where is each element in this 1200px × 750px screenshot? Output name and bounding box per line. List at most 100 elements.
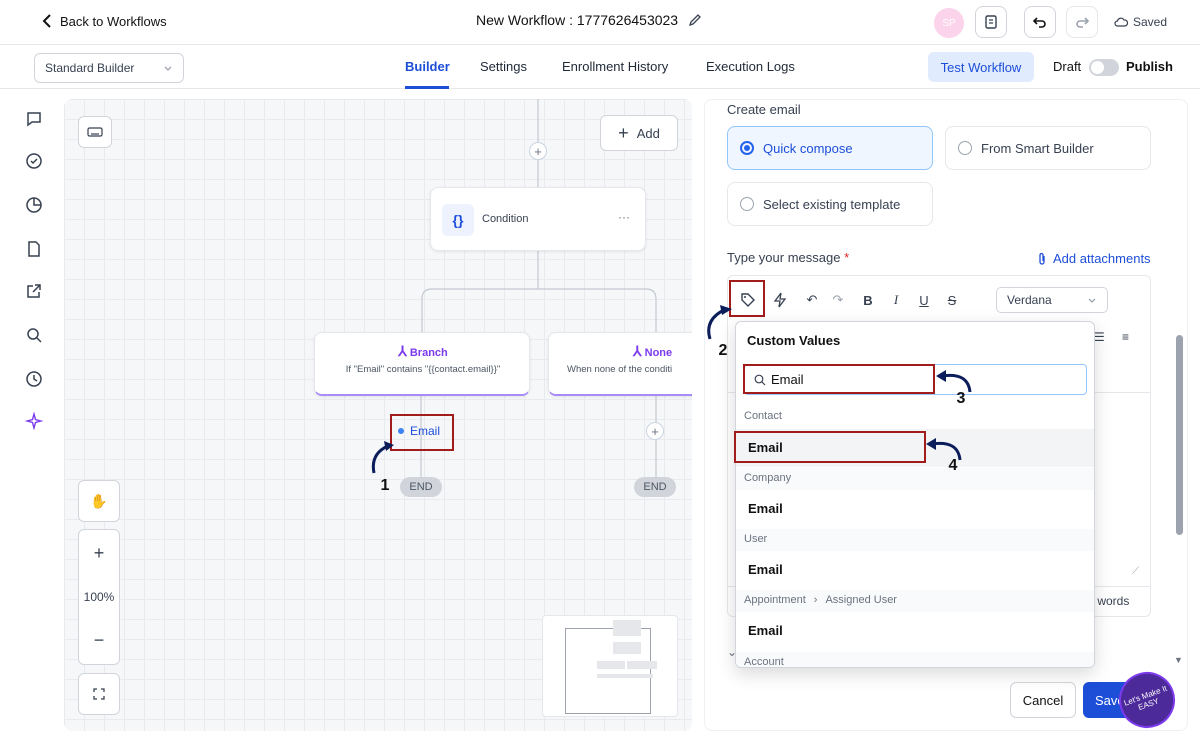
fit-view-button[interactable] xyxy=(78,673,120,715)
user-email-option[interactable]: Email xyxy=(736,551,1094,589)
paperclip-icon xyxy=(1039,252,1045,265)
add-button[interactable]: + Add xyxy=(600,115,678,151)
back-label: Back to Workflows xyxy=(60,13,167,29)
condition-node[interactable]: {} Condition ··· xyxy=(430,187,646,251)
section-company: Company xyxy=(736,468,1094,490)
minimap-node xyxy=(597,661,625,669)
test-workflow-button[interactable]: Test Workflow xyxy=(928,52,1034,82)
undo-button[interactable] xyxy=(1024,6,1056,38)
branch-title: ⅄ Branch xyxy=(315,343,531,360)
appointment-user-email-option[interactable]: Email xyxy=(736,612,1094,650)
saved-status: Saved xyxy=(1114,15,1167,29)
chevron-right-icon: › xyxy=(813,594,818,606)
section-appointment-sublabel: Assigned User xyxy=(825,594,897,606)
branch-node[interactable]: ⅄ Branch If "Email" contains "{{contact.… xyxy=(314,332,530,396)
history-icon[interactable] xyxy=(24,369,44,389)
annotation-arrow-2 xyxy=(707,305,732,340)
add-step-none[interactable]: + xyxy=(646,422,664,440)
check-circle-icon[interactable] xyxy=(24,151,44,171)
publish-toggle[interactable] xyxy=(1089,59,1119,76)
add-step-top[interactable]: + xyxy=(529,142,547,160)
tab-settings[interactable]: Settings xyxy=(480,59,527,74)
section-appointment-label: Appointment xyxy=(744,594,806,606)
scroll-down-icon[interactable]: ▼ xyxy=(1174,655,1183,665)
minimap-node xyxy=(627,661,657,669)
minimap[interactable] xyxy=(542,615,678,717)
zoom-out-button[interactable]: − xyxy=(94,630,105,651)
braces-icon: {} xyxy=(442,204,474,236)
redo-button[interactable] xyxy=(1066,6,1098,38)
zoom-in-button[interactable]: + xyxy=(94,543,105,564)
zoom-level: 100% xyxy=(83,590,115,604)
minimap-node xyxy=(597,674,653,678)
active-tab-indicator xyxy=(405,86,449,89)
smart-builder-option[interactable]: From Smart Builder xyxy=(945,126,1151,170)
workflow-title[interactable]: New Workflow : 1777626453023 xyxy=(476,12,702,28)
panel-scrollbar[interactable] xyxy=(1176,335,1183,535)
workflow-title-text: New Workflow : 1777626453023 xyxy=(476,12,679,28)
redo-icon xyxy=(1076,17,1090,28)
strikethrough-icon[interactable]: S xyxy=(942,290,962,310)
none-title-text: None xyxy=(644,347,673,359)
saved-label: Saved xyxy=(1133,15,1168,29)
sparkle-icon[interactable] xyxy=(24,411,44,431)
tab-enrollment-history[interactable]: Enrollment History xyxy=(562,59,668,74)
annotation-box-4 xyxy=(734,431,926,463)
publish-label: Publish xyxy=(1126,59,1173,74)
cancel-button[interactable]: Cancel xyxy=(1010,682,1076,718)
external-link-icon[interactable] xyxy=(24,281,44,301)
section-account: Account xyxy=(736,652,1094,667)
radio-icon xyxy=(958,141,972,155)
underline-icon[interactable]: U xyxy=(914,290,934,310)
radio-icon xyxy=(740,197,754,211)
keyboard-shortcuts-button[interactable] xyxy=(78,116,112,148)
word-count: ) words xyxy=(1090,594,1130,608)
pencil-icon[interactable] xyxy=(688,13,702,27)
quick-compose-option[interactable]: Quick compose xyxy=(727,126,933,170)
annotation-badge-3: 3 xyxy=(950,388,972,410)
builder-mode-select[interactable]: Standard Builder xyxy=(34,53,184,83)
clipboard-icon xyxy=(985,15,997,29)
italic-icon[interactable]: I xyxy=(886,290,906,310)
sub-bar: Standard Builder Builder Settings Enroll… xyxy=(0,45,1200,89)
chevron-down-icon xyxy=(1088,298,1096,303)
expand-icon xyxy=(93,688,105,700)
quick-compose-label: Quick compose xyxy=(763,140,853,156)
workflow-canvas[interactable]: + Add + {} Condition ··· ⅄ Branch If "Em… xyxy=(64,99,692,731)
zoom-controls: + 100% − xyxy=(78,529,120,665)
hand-icon: ✋ xyxy=(90,492,108,509)
redo-icon[interactable]: ↷ xyxy=(828,290,848,310)
section-contact: Contact xyxy=(736,406,1094,428)
existing-template-option[interactable]: Select existing template xyxy=(727,182,933,226)
search-icon[interactable] xyxy=(24,325,44,345)
chat-icon[interactable] xyxy=(24,109,44,129)
font-select[interactable]: Verdana xyxy=(996,287,1108,313)
avatar[interactable]: SP xyxy=(934,8,964,38)
lightning-icon[interactable] xyxy=(770,290,790,310)
message-label-text: Type your message xyxy=(727,250,841,265)
existing-template-label: Select existing template xyxy=(763,196,901,212)
branch-icon: ⅄ xyxy=(633,343,642,359)
top-bar: Back to Workflows New Workflow : 1777626… xyxy=(0,0,1200,45)
resize-handle-icon[interactable]: ⟋ xyxy=(1132,566,1139,577)
none-branch-node[interactable]: ⅄ None When none of the conditi xyxy=(548,332,692,396)
tab-builder[interactable]: Builder xyxy=(405,59,450,74)
branch-title-text: Branch xyxy=(409,347,448,359)
back-to-workflows-link[interactable]: Back to Workflows xyxy=(42,13,167,29)
undo-icon[interactable]: ↶ xyxy=(802,290,822,310)
notes-button[interactable] xyxy=(975,6,1007,38)
add-attachments-link[interactable]: Add attachments xyxy=(1037,251,1151,266)
company-email-option[interactable]: Email xyxy=(736,490,1094,528)
more-options-icon[interactable]: ··· xyxy=(618,210,630,224)
document-icon[interactable] xyxy=(24,239,44,259)
plus-icon: + xyxy=(618,122,629,143)
tab-execution-logs[interactable]: Execution Logs xyxy=(706,59,795,74)
align-icon[interactable]: ≡ xyxy=(1122,330,1129,344)
pan-tool-button[interactable]: ✋ xyxy=(78,480,120,522)
end-node: END xyxy=(400,477,442,497)
pie-chart-icon[interactable] xyxy=(24,195,44,215)
left-rail xyxy=(0,89,64,750)
bold-icon[interactable]: B xyxy=(858,290,878,310)
list-icon[interactable]: ☰ xyxy=(1094,330,1105,344)
minimap-viewport[interactable] xyxy=(565,628,651,714)
